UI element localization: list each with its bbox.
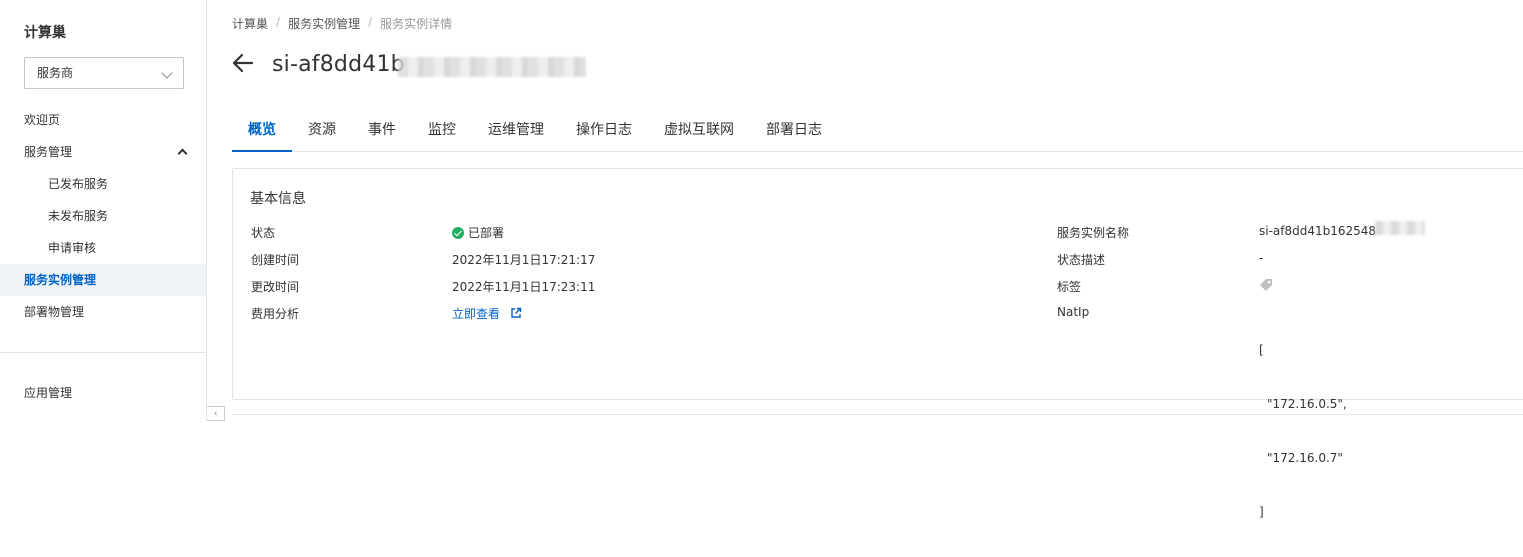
tab-virtual-network[interactable]: 虚拟互联网 bbox=[664, 110, 734, 152]
main-content: 计算巢 / 服务实例管理 / 服务实例详情 si-af8dd41b 概览 资源 … bbox=[208, 0, 1523, 519]
sidebar-item-welcome[interactable]: 欢迎页 bbox=[0, 104, 206, 136]
sidebar: 计算巢 服务商 欢迎页 服务管理 已发布服务 未发布服务 申请审核 服务实例管理… bbox=[0, 0, 207, 421]
chevron-up-icon bbox=[177, 148, 188, 159]
page-title: si-af8dd41b bbox=[272, 52, 405, 77]
sidebar-item-review[interactable]: 申请审核 bbox=[0, 232, 206, 264]
breadcrumb-current: 服务实例详情 bbox=[380, 17, 453, 31]
natip-line: ] bbox=[1259, 505, 1264, 519]
updated-value: 2022年11月1日17:23:11 bbox=[452, 280, 596, 294]
natip-line: "172.16.0.5", bbox=[1267, 397, 1347, 411]
natip-value: [ "172.16.0.5", "172.16.0.7" ] bbox=[1259, 305, 1347, 557]
instance-name-value: si-af8dd41b162548 bbox=[1259, 224, 1377, 238]
external-link-icon bbox=[511, 307, 522, 318]
redacted-text bbox=[1375, 221, 1425, 235]
redacted-text bbox=[398, 57, 586, 77]
natip-label: NatIp bbox=[1057, 305, 1090, 319]
updated-label: 更改时间 bbox=[251, 280, 300, 294]
cost-label: 费用分析 bbox=[251, 307, 300, 321]
tab-overview[interactable]: 概览 bbox=[232, 110, 292, 152]
tab-ops-management[interactable]: 运维管理 bbox=[488, 110, 544, 152]
status-desc-label: 状态描述 bbox=[1057, 253, 1106, 267]
tab-monitoring[interactable]: 监控 bbox=[428, 110, 456, 152]
back-arrow-icon[interactable] bbox=[230, 50, 260, 80]
sidebar-item-published-services[interactable]: 已发布服务 bbox=[0, 168, 206, 200]
role-select-value: 服务商 bbox=[37, 66, 74, 80]
breadcrumb-separator: / bbox=[276, 15, 281, 29]
breadcrumb-link[interactable]: 计算巢 bbox=[232, 15, 268, 32]
created-value: 2022年11月1日17:21:17 bbox=[452, 253, 596, 267]
status-badge: 已部署 bbox=[452, 224, 504, 241]
breadcrumb-link[interactable]: 服务实例管理 bbox=[288, 15, 360, 32]
cost-link[interactable]: 立即查看 bbox=[452, 305, 522, 322]
sidebar-item-unpublished-services[interactable]: 未发布服务 bbox=[0, 200, 206, 232]
tag-icon[interactable] bbox=[1259, 278, 1273, 295]
sidebar-divider bbox=[0, 352, 206, 353]
breadcrumb-separator: / bbox=[368, 15, 373, 29]
status-value: 已部署 bbox=[468, 226, 505, 240]
natip-line: "172.16.0.7" bbox=[1267, 451, 1343, 465]
status-label: 状态 bbox=[251, 226, 276, 240]
tab-events[interactable]: 事件 bbox=[368, 110, 396, 152]
tab-operation-logs[interactable]: 操作日志 bbox=[576, 110, 632, 152]
next-panel-edge bbox=[232, 414, 1523, 424]
panel-title: 基本信息 bbox=[250, 191, 306, 207]
sidebar-item-app-management[interactable]: 应用管理 bbox=[0, 377, 206, 409]
sidebar-item-instance-management[interactable]: 服务实例管理 bbox=[0, 264, 206, 296]
status-desc-value: - bbox=[1259, 251, 1264, 265]
natip-line: [ bbox=[1259, 343, 1264, 357]
tab-bar: 概览 资源 事件 监控 运维管理 操作日志 虚拟互联网 部署日志 bbox=[232, 110, 1523, 152]
tab-deploy-logs[interactable]: 部署日志 bbox=[766, 110, 822, 152]
sidebar-item-service-management[interactable]: 服务管理 bbox=[0, 136, 206, 168]
check-circle-icon bbox=[452, 227, 464, 239]
breadcrumb: 计算巢 / 服务实例管理 / 服务实例详情 bbox=[232, 15, 452, 32]
tab-resources[interactable]: 资源 bbox=[308, 110, 336, 152]
sidebar-title: 计算巢 bbox=[24, 25, 66, 41]
sidebar-item-artifact-management[interactable]: 部署物管理 bbox=[0, 296, 206, 328]
cost-link-text: 立即查看 bbox=[452, 307, 501, 321]
chevron-down-icon bbox=[161, 67, 173, 79]
tag-label: 标签 bbox=[1057, 280, 1082, 294]
created-label: 创建时间 bbox=[251, 253, 300, 267]
instance-name-label: 服务实例名称 bbox=[1057, 226, 1130, 240]
basic-info-panel: 基本信息 状态 已部署 创建时间 2022年11月1日17:21:17 更改时间… bbox=[232, 168, 1523, 519]
role-select[interactable]: 服务商 bbox=[24, 57, 184, 89]
sidebar-item-label: 服务管理 bbox=[24, 145, 73, 159]
